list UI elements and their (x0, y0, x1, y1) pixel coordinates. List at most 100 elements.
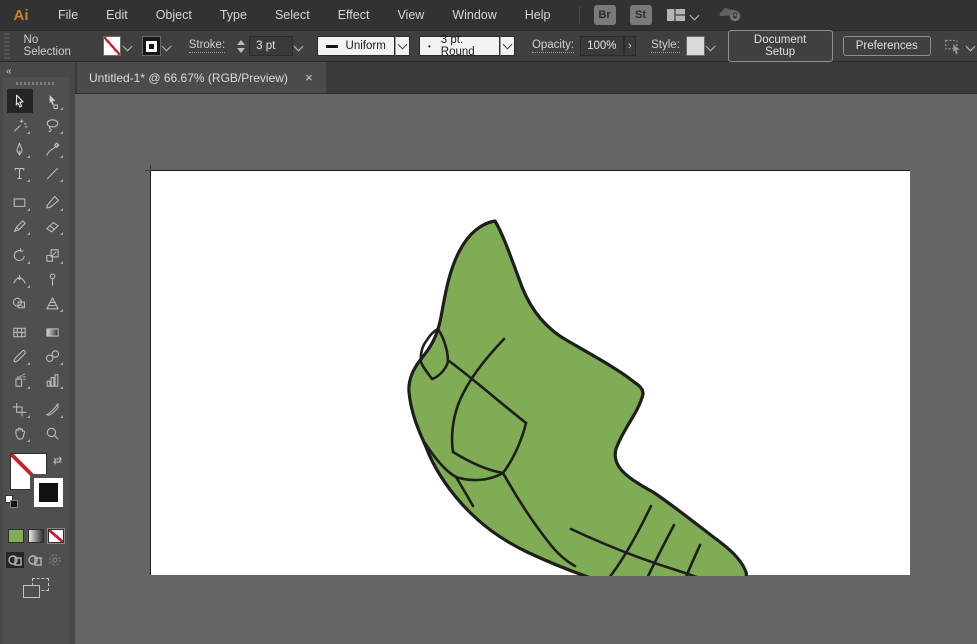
width-profile-value: Uniform (346, 40, 386, 52)
chevron-down-icon (123, 41, 133, 51)
brush-definition-select[interactable]: • 3 pt. Round (419, 36, 500, 56)
select-similar-icon[interactable] (944, 37, 964, 55)
swap-fill-stroke-icon[interactable]: ⇄ (53, 454, 62, 467)
line-segment-tool[interactable] (40, 161, 66, 185)
preferences-button[interactable]: Preferences (843, 36, 931, 56)
puppet-warp-tool[interactable] (40, 267, 66, 291)
style-panel-link[interactable]: Style: (651, 39, 680, 53)
zoom-tool[interactable] (40, 421, 66, 445)
canvas-column: Untitled-1* @ 66.67% (RGB/Preview) × (75, 62, 977, 644)
symbol-sprayer-tool[interactable] (7, 368, 33, 392)
draw-normal-mode[interactable] (6, 552, 24, 568)
mesh-tool[interactable] (7, 320, 33, 344)
brush-definition-value: 3 pt. Round (441, 34, 491, 58)
paintbrush-tool[interactable] (40, 190, 66, 214)
blend-tool[interactable] (40, 344, 66, 368)
opacity-slider-button[interactable]: › (624, 36, 636, 56)
color-button[interactable] (8, 529, 24, 543)
hand-tool[interactable] (7, 421, 33, 445)
screen-mode-front-icon (23, 585, 40, 598)
menu-edit[interactable]: Edit (92, 0, 142, 30)
magic-wand-tool[interactable] (7, 113, 33, 137)
width-profile-select[interactable]: Uniform (317, 36, 395, 56)
menu-view[interactable]: View (383, 0, 438, 30)
pasteboard[interactable] (75, 94, 977, 644)
bridge-button[interactable]: Br (594, 5, 616, 25)
stroke-ring-icon (34, 478, 63, 507)
perspective-grid-tool[interactable] (40, 291, 66, 315)
fill-stroke-indicator: ⇄ (3, 453, 67, 519)
toolbar-grip[interactable] (16, 82, 56, 85)
slice-tool[interactable] (40, 397, 66, 421)
chevron-down-icon (294, 41, 304, 51)
artboard[interactable] (150, 170, 910, 575)
menu-bar: Ai File Edit Object Type Select Effect V… (0, 0, 977, 30)
none-button[interactable] (48, 529, 64, 543)
gradient-tool[interactable] (40, 320, 66, 344)
menu-effect[interactable]: Effect (324, 0, 384, 30)
draw-inside-mode[interactable] (46, 552, 64, 568)
stroke-weight-stepper[interactable] (237, 36, 245, 56)
stroke-weight-dropdown[interactable] (293, 36, 306, 56)
menu-help[interactable]: Help (511, 0, 565, 30)
gradient-button[interactable] (28, 529, 44, 543)
tab-close-button[interactable]: × (302, 70, 316, 85)
stroke-color-swatch[interactable] (142, 36, 161, 56)
document-tab-title: Untitled-1* @ 66.67% (RGB/Preview) (89, 71, 288, 85)
document-setup-button[interactable]: Document Setup (728, 30, 833, 62)
rotate-tool[interactable] (7, 243, 33, 267)
graphic-style-swatch[interactable] (686, 36, 705, 56)
artboard-tool[interactable] (7, 397, 33, 421)
eraser-tool[interactable] (40, 214, 66, 238)
rectangle-tool[interactable] (7, 190, 33, 214)
select-similar-dropdown[interactable] (964, 36, 977, 56)
chevron-down-icon (162, 41, 172, 51)
selection-status: No Selection (24, 34, 84, 58)
type-tool[interactable] (7, 161, 33, 185)
menu-select[interactable]: Select (261, 0, 324, 30)
change-screen-mode-button[interactable] (23, 578, 49, 598)
menu-window[interactable]: Window (438, 0, 510, 30)
sync-settings-icon[interactable] (718, 6, 742, 25)
curvature-tool[interactable] (40, 137, 66, 161)
tool-grid (3, 89, 69, 445)
toolbar-panel: ⇄ (3, 77, 69, 644)
default-fill-stroke-icon[interactable] (5, 495, 18, 508)
chevron-down-icon (690, 10, 700, 20)
shaper-tool[interactable] (7, 214, 33, 238)
document-tab[interactable]: Untitled-1* @ 66.67% (RGB/Preview) × (77, 62, 326, 93)
lasso-tool[interactable] (40, 113, 66, 137)
pen-tool[interactable] (7, 137, 33, 161)
color-mode-row (8, 529, 69, 543)
menu-file[interactable]: File (44, 0, 92, 30)
uniform-profile-icon (326, 45, 338, 48)
stroke-dropdown[interactable] (161, 36, 174, 56)
artwork-canvas (151, 171, 911, 576)
opacity-value[interactable]: 100% (580, 36, 624, 56)
stepper-up-icon (237, 40, 245, 45)
stock-button[interactable]: St (630, 5, 652, 25)
column-graph-tool[interactable] (40, 368, 66, 392)
stroke-panel-link[interactable]: Stroke: (189, 39, 225, 53)
app-logo[interactable]: Ai (8, 4, 34, 26)
stroke-proxy-black[interactable] (30, 474, 67, 511)
workspace-layout-icon (666, 8, 686, 22)
fill-color-swatch[interactable] (103, 36, 122, 56)
width-tool[interactable] (7, 267, 33, 291)
menu-type[interactable]: Type (206, 0, 261, 30)
shape-builder-tool[interactable] (7, 291, 33, 315)
brush-definition-dropdown[interactable] (500, 36, 515, 56)
stroke-weight-value[interactable]: 3 pt (249, 36, 293, 56)
selection-tool[interactable] (7, 89, 33, 113)
eyedropper-tool[interactable] (7, 344, 33, 368)
draw-behind-mode[interactable] (26, 552, 44, 568)
style-dropdown[interactable] (705, 36, 718, 56)
fill-dropdown[interactable] (121, 36, 134, 56)
menu-object[interactable]: Object (142, 0, 206, 30)
width-profile-dropdown[interactable] (395, 36, 410, 56)
workspace-switcher[interactable] (666, 8, 700, 22)
direct-selection-tool[interactable] (40, 89, 66, 113)
scale-tool[interactable] (40, 243, 66, 267)
opacity-panel-link[interactable]: Opacity: (532, 39, 574, 53)
controlbar-grip[interactable] (4, 33, 10, 59)
